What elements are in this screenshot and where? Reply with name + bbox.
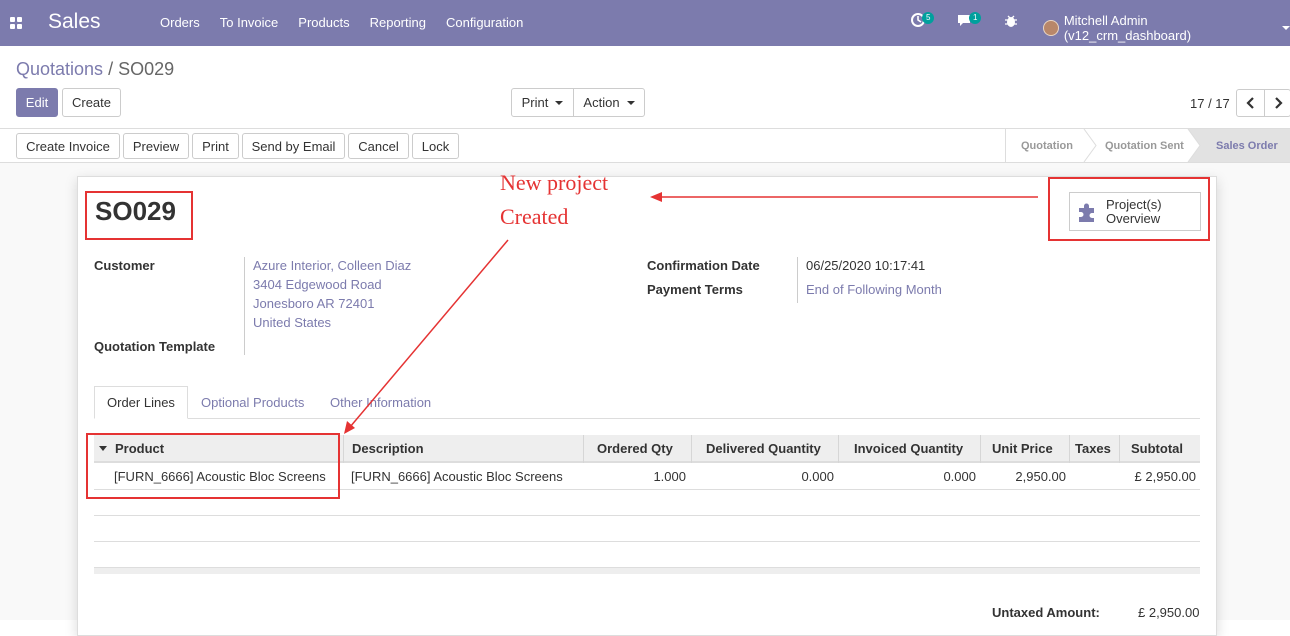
edit-button[interactable]: Edit — [16, 88, 58, 117]
pager-next-button[interactable] — [1264, 89, 1290, 117]
activity-badge: 5 — [922, 12, 935, 24]
cell-subtotal: £ 2,950.00 — [1134, 469, 1196, 484]
column-ordered-qty[interactable]: Ordered Qty — [597, 441, 673, 456]
menu-to-invoice[interactable]: To Invoice — [220, 15, 279, 30]
stage-quotation-sent[interactable]: Quotation Sent — [1105, 129, 1184, 162]
column-taxes[interactable]: Taxes — [1075, 441, 1111, 456]
column-separator — [838, 435, 839, 463]
tab-other-information[interactable]: Other Information — [330, 386, 431, 419]
column-subtotal[interactable]: Subtotal — [1131, 441, 1183, 456]
notebook-tabs: Order Lines Optional Products Other Info… — [94, 386, 1200, 419]
column-separator — [980, 435, 981, 463]
breadcrumb-current: SO029 — [118, 59, 175, 79]
menu-products[interactable]: Products — [298, 15, 349, 30]
annotation-line-2: Created — [500, 204, 569, 229]
highlight-product-cell — [86, 433, 340, 499]
column-separator — [343, 435, 344, 463]
messages-badge: 1 — [969, 12, 982, 24]
create-button[interactable]: Create — [62, 88, 121, 117]
annotation-line-1: New project — [500, 170, 609, 195]
create-invoice-button[interactable]: Create Invoice — [16, 133, 120, 159]
app-title: Sales — [48, 10, 101, 33]
user-name: Mitchell Admin (v12_crm_dashboard) — [1063, 13, 1192, 43]
confirmation-date-label: Confirmation Date — [647, 258, 760, 273]
tab-order-lines[interactable]: Order Lines — [94, 386, 188, 419]
print-button[interactable]: Print — [192, 133, 239, 159]
column-separator — [583, 435, 584, 463]
breadcrumb-separator: / — [108, 59, 114, 79]
tab-optional-products[interactable]: Optional Products — [201, 386, 304, 419]
lock-button[interactable]: Lock — [412, 133, 459, 159]
row-divider — [94, 515, 1200, 516]
breadcrumb: Quotations / SO029 — [16, 59, 174, 80]
chevron-down-icon — [555, 100, 564, 105]
column-separator — [1069, 435, 1070, 463]
print-dropdown[interactable]: Print — [511, 88, 574, 117]
top-navbar: Sales Orders To Invoice Products Reporti… — [0, 0, 1290, 46]
chevron-left-icon — [1245, 97, 1254, 109]
field-divider — [244, 257, 245, 355]
column-description[interactable]: Description — [352, 441, 424, 456]
highlight-order-name — [85, 191, 193, 240]
column-separator — [1119, 435, 1120, 463]
chevron-down-icon — [626, 100, 635, 105]
row-divider — [94, 541, 1200, 542]
form-statusbar: Create Invoice Preview Print Send by Ema… — [0, 128, 1290, 163]
column-unit-price[interactable]: Unit Price — [992, 441, 1053, 456]
payment-terms-label: Payment Terms — [647, 282, 743, 297]
debug-bug-icon[interactable] — [1004, 14, 1018, 31]
untaxed-amount-label: Untaxed Amount: — [992, 605, 1100, 620]
preview-button[interactable]: Preview — [123, 133, 189, 159]
customer-line: Jonesboro AR 72401 — [253, 296, 375, 311]
pager-previous-button[interactable] — [1236, 89, 1265, 117]
cell-description: [FURN_6666] Acoustic Bloc Screens — [351, 469, 563, 484]
chevron-right-icon — [1274, 97, 1283, 109]
pager-value: 17 / 17 — [1190, 96, 1230, 111]
cell-delivered-qty: 0.000 — [801, 469, 834, 484]
breadcrumb-quotations[interactable]: Quotations — [16, 59, 103, 79]
highlight-projects-button — [1048, 177, 1210, 241]
menu-configuration[interactable]: Configuration — [446, 15, 523, 30]
table-footer — [94, 567, 1200, 574]
payment-terms-value[interactable]: End of Following Month — [806, 282, 942, 297]
print-dropdown-label: Print — [521, 95, 549, 110]
customer-label: Customer — [94, 258, 155, 273]
chevron-down-icon — [1282, 26, 1290, 30]
stage-sales-order[interactable]: Sales Order — [1216, 129, 1278, 162]
untaxed-amount-value: £ 2,950.00 — [1138, 605, 1200, 620]
cancel-button[interactable]: Cancel — [348, 133, 409, 159]
cell-invoiced-qty: 0.000 — [943, 469, 976, 484]
confirmation-date-value: 06/25/2020 10:17:41 — [806, 258, 926, 273]
cell-ordered-qty: 1.000 — [653, 469, 686, 484]
avatar — [1043, 20, 1059, 36]
column-invoiced-qty[interactable]: Invoiced Quantity — [854, 441, 963, 456]
menu-orders[interactable]: Orders — [160, 15, 200, 30]
customer-line: United States — [253, 315, 332, 330]
menu-reporting[interactable]: Reporting — [370, 15, 426, 30]
stage-quotation[interactable]: Quotation — [1021, 129, 1073, 162]
apps-menu-icon[interactable] — [10, 17, 22, 29]
column-separator — [691, 435, 692, 463]
field-divider — [797, 257, 798, 303]
user-menu[interactable]: Mitchell Admin (v12_crm_dashboard) — [1043, 13, 1290, 43]
quotation-template-label: Quotation Template — [94, 339, 216, 354]
action-dropdown-label: Action — [583, 95, 620, 110]
send-by-email-button[interactable]: Send by Email — [242, 133, 345, 159]
customer-line[interactable]: Azure Interior, Colleen Diaz — [253, 258, 411, 273]
main-menu: Orders To Invoice Products Reporting Con… — [160, 15, 523, 30]
customer-line: 3404 Edgewood Road — [253, 277, 382, 292]
column-delivered-qty[interactable]: Delivered Quantity — [706, 441, 821, 456]
cell-unit-price: 2,950.00 — [1015, 469, 1066, 484]
action-dropdown[interactable]: Action — [573, 88, 645, 117]
